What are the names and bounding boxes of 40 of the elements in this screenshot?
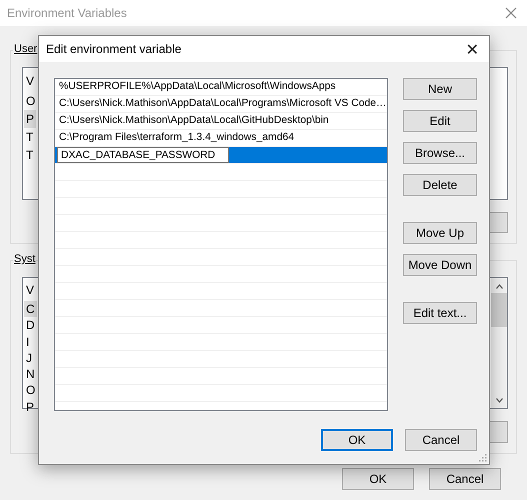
list-item[interactable]: O: [24, 382, 38, 399]
column-header[interactable]: V: [24, 279, 36, 301]
side-button[interactable]: New: [403, 78, 477, 100]
list-item[interactable]: O: [24, 92, 38, 110]
input-field[interactable]: DXAC_DATABASE_PASSWORD: [57, 147, 229, 163]
dialog-button[interactable]: Cancel: [405, 429, 477, 451]
group-label: Syst: [13, 253, 36, 265]
scrollbar[interactable]: [491, 278, 507, 408]
scroll-thumb[interactable]: [491, 293, 507, 327]
list-item[interactable]: T: [24, 128, 36, 146]
side-button[interactable]: Browse...: [403, 142, 477, 164]
list-row[interactable]: C:\Users\Nick.Mathison\AppData\Local\GitHubDesktop\bin: [55, 113, 387, 130]
group-label: User: [13, 43, 38, 55]
dialog-button[interactable]: OK: [342, 468, 414, 490]
side-button[interactable]: Move Up: [403, 222, 477, 244]
side-button[interactable]: Edit text...: [403, 302, 477, 324]
list-item[interactable]: N: [24, 366, 37, 382]
list-item[interactable]: C: [24, 301, 37, 318]
close-icon[interactable]: [505, 7, 517, 19]
list-row[interactable]: C:\Users\Nick.Mathison\AppData\Local\Programs\Microsoft VS Code…: [55, 96, 387, 113]
scroll-down-icon[interactable]: [496, 398, 502, 403]
side-button[interactable]: Edit: [403, 110, 477, 132]
resize-grip-icon[interactable]: [479, 454, 487, 462]
side-button[interactable]: Move Down: [403, 254, 477, 276]
list-item[interactable]: T: [24, 146, 36, 164]
list-row[interactable]: %USERPROFILE%\AppData\Local\Microsoft\WindowsApps: [55, 79, 387, 96]
list-item[interactable]: I: [24, 334, 32, 350]
list-row[interactable]: DXAC_DATABASE_PASSWORD: [55, 147, 387, 164]
dialog-button[interactable]: Cancel: [429, 468, 501, 490]
list-item[interactable]: P: [24, 110, 36, 128]
close-button[interactable]: ✕: [460, 40, 485, 58]
dialog-button[interactable]: OK: [321, 429, 393, 451]
scroll-up-icon[interactable]: [496, 284, 502, 289]
list-item[interactable]: P: [24, 398, 36, 416]
list-item[interactable]: D: [24, 317, 37, 334]
dialog-title: Edit environment variable: [46, 42, 182, 56]
window-title: Environment Variables: [7, 6, 127, 20]
list-item[interactable]: J: [24, 350, 34, 366]
side-button[interactable]: Delete: [403, 174, 477, 196]
column-header[interactable]: V: [24, 70, 36, 92]
